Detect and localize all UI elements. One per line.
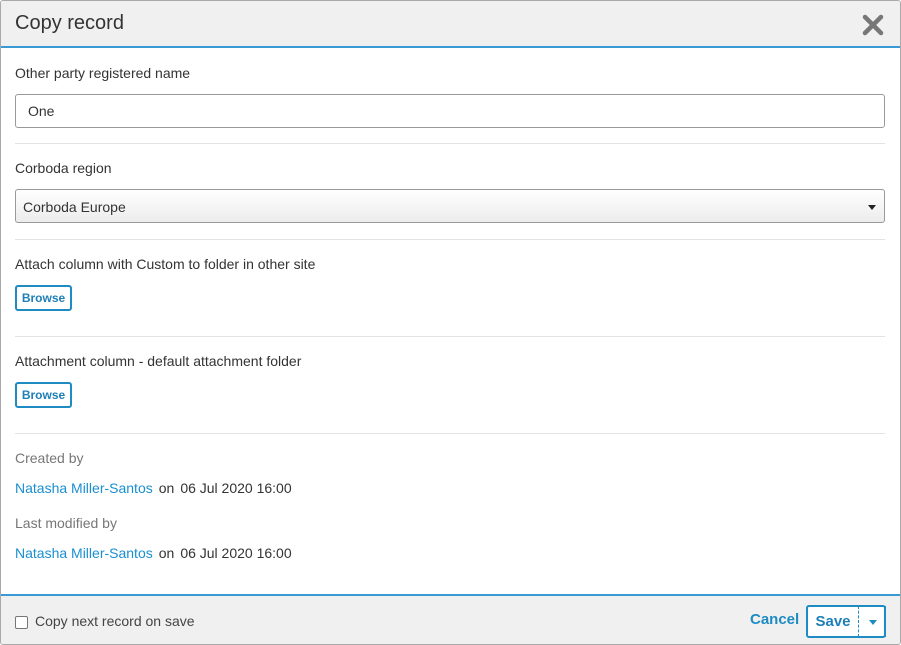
copy-next-checkbox[interactable] (15, 616, 28, 629)
attach-custom-browse-button[interactable]: Browse (15, 285, 72, 311)
region-selected-value: Corboda Europe (23, 199, 126, 215)
copy-next-label[interactable]: Copy next record on save (35, 613, 195, 629)
close-icon[interactable] (861, 13, 885, 37)
save-options-dropdown[interactable] (858, 606, 886, 637)
dialog-header: Copy record (1, 1, 900, 48)
caret-down-icon (869, 620, 877, 625)
last-modified-label: Last modified by (15, 515, 117, 531)
region-label: Corboda region (15, 160, 112, 176)
cancel-button[interactable]: Cancel (750, 611, 799, 628)
save-button[interactable]: Save (808, 607, 858, 636)
created-date: 06 Jul 2020 16:00 (180, 480, 292, 496)
chevron-down-icon (868, 205, 876, 210)
other-party-label: Other party registered name (15, 65, 191, 81)
divider (15, 433, 885, 434)
modified-date: 06 Jul 2020 16:00 (180, 545, 292, 561)
attach-default-browse-button[interactable]: Browse (15, 382, 72, 408)
dialog-title: Copy record (15, 12, 124, 34)
region-select[interactable]: Corboda Europe (15, 189, 885, 223)
created-by-label: Created by (15, 450, 84, 466)
copy-record-dialog: Copy record Other party registered name … (0, 0, 901, 645)
divider (15, 336, 885, 337)
save-button-group: Save (806, 605, 886, 638)
attach-default-label: Attachment column - default attachment f… (15, 353, 302, 369)
modified-by-user-link[interactable]: Natasha Miller-Santos (15, 545, 153, 561)
created-on-text: on (158, 480, 175, 496)
divider (15, 143, 885, 144)
close-x-icon (862, 14, 884, 36)
other-party-input[interactable] (15, 94, 885, 128)
dialog-footer: Copy next record on save Cancel Save (1, 594, 900, 644)
last-modified-line: Natasha Miller-Santos on 06 Jul 2020 16:00 (15, 545, 292, 561)
attach-custom-label: Attach column with Custom to folder in o… (15, 256, 316, 272)
modified-on-text: on (158, 545, 175, 561)
created-by-line: Natasha Miller-Santos on 06 Jul 2020 16:00 (15, 480, 292, 496)
divider (15, 239, 885, 240)
created-by-user-link[interactable]: Natasha Miller-Santos (15, 480, 153, 496)
